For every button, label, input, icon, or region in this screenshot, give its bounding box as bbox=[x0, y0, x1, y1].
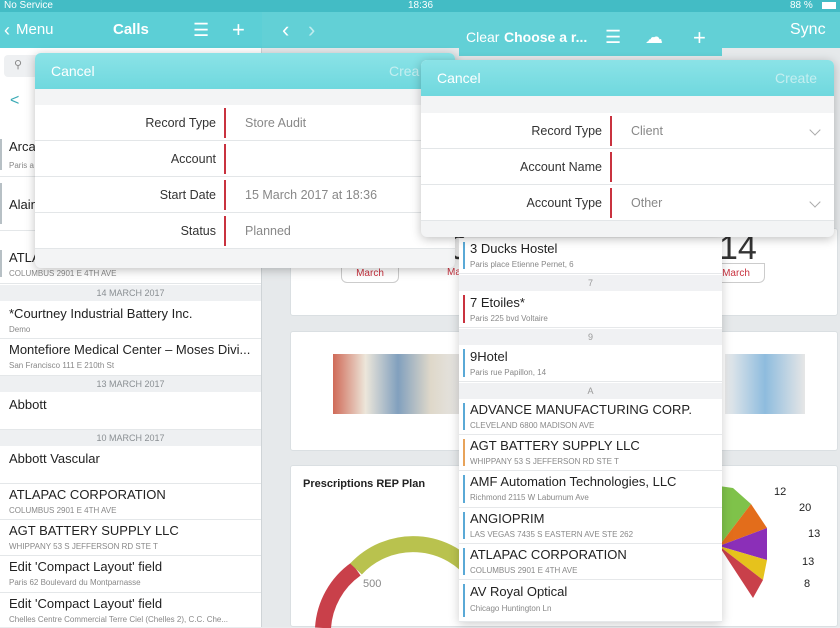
chevron-down-icon[interactable] bbox=[809, 196, 821, 208]
pie-label: 8 bbox=[804, 578, 811, 590]
battery-percent: 88 % bbox=[790, 0, 813, 11]
cancel-button[interactable]: Cancel bbox=[437, 60, 481, 96]
form-row-account-type[interactable]: Account Type Other bbox=[421, 185, 834, 221]
gauge-chart bbox=[315, 536, 481, 628]
section-header: 7 bbox=[459, 275, 722, 291]
list-item[interactable]: *Courtney Industrial Battery Inc. Demo bbox=[0, 301, 261, 339]
document-thumbnails[interactable] bbox=[725, 354, 805, 414]
pie-chart bbox=[719, 486, 767, 598]
record-chooser-header: Clear Choose a r... ☰ ☁ + bbox=[459, 19, 722, 56]
chooser-title: Choose a r... bbox=[504, 29, 588, 45]
form-row-record-type[interactable]: Record Type Client bbox=[421, 113, 834, 149]
required-marker bbox=[224, 108, 226, 138]
search-icon: ⚲ bbox=[14, 59, 23, 71]
required-marker bbox=[610, 116, 612, 146]
list-item[interactable]: 7 Etoiles* Paris 225 bvd Voltaire bbox=[459, 291, 722, 328]
left-header: ‹ Menu Calls ☰ + bbox=[0, 12, 262, 48]
create-button[interactable]: Crea bbox=[389, 53, 419, 89]
form-row-account-name[interactable]: Account Name bbox=[421, 149, 834, 185]
list-item[interactable]: Montefiore Medical Center – Moses Divi..… bbox=[0, 339, 261, 376]
list-item[interactable]: ADVANCE MANUFACTURING CORP. CLEVELAND 68… bbox=[459, 399, 722, 435]
required-marker bbox=[610, 152, 612, 182]
carrier-label: No Service bbox=[4, 0, 53, 11]
page-title: Calls bbox=[113, 21, 149, 38]
status-bar: No Service 18:36 88 % bbox=[0, 0, 840, 12]
battery-icon bbox=[822, 2, 836, 9]
list-item[interactable]: Edit 'Compact Layout' field Paris 62 Bou… bbox=[0, 556, 261, 593]
list-item[interactable]: AGT BATTERY SUPPLY LLC WHIPPANY 53 S JEF… bbox=[459, 435, 722, 471]
section-header: 13 MARCH 2017 bbox=[0, 376, 261, 392]
create-button[interactable]: Create bbox=[775, 60, 817, 96]
list-item[interactable]: ANGIOPRIM LAS VEGAS 7435 S EASTERN AVE S… bbox=[459, 508, 722, 544]
card-title: Prescriptions REP Plan bbox=[303, 478, 426, 490]
list-item[interactable]: AGT BATTERY SUPPLY LLC WHIPPANY 53 S JEF… bbox=[0, 520, 261, 556]
list-item[interactable]: 9Hotel Paris rue Papillon, 14 bbox=[459, 345, 722, 382]
chevron-left-icon[interactable]: < bbox=[10, 92, 19, 110]
list-item[interactable]: ATLAPAC CORPORATION COLUMBUS 2901 E 4TH … bbox=[0, 484, 261, 520]
list-item[interactable]: Abbott Vascular bbox=[0, 446, 261, 484]
form-row-start-date[interactable]: Start Date 15 March 2017 at 18:36 bbox=[35, 177, 455, 213]
pie-label: 12 bbox=[774, 486, 787, 498]
form-row-account[interactable]: Account bbox=[35, 141, 455, 177]
list-item[interactable]: ATLAPAC CORPORATION COLUMBUS 2901 E 4TH … bbox=[459, 544, 722, 580]
list-item[interactable]: AV Royal Optical Chicago Huntington Ln bbox=[459, 580, 722, 622]
list-icon[interactable]: ☰ bbox=[605, 19, 621, 56]
required-marker bbox=[224, 144, 226, 174]
popover-header: Cancel Crea bbox=[35, 53, 455, 89]
list-icon[interactable]: ☰ bbox=[193, 12, 209, 48]
list-item[interactable]: Abbott bbox=[0, 392, 261, 430]
document-thumbnails[interactable] bbox=[333, 354, 463, 414]
add-icon[interactable]: + bbox=[232, 12, 245, 48]
chevron-right-icon[interactable]: › bbox=[308, 12, 315, 48]
required-marker bbox=[224, 216, 226, 246]
add-icon[interactable]: + bbox=[693, 19, 706, 56]
new-account-popover: Cancel Create Record Type Client Account… bbox=[421, 60, 834, 237]
pie-label: 13 bbox=[808, 528, 821, 540]
new-call-popover: Cancel Crea Record Type Store Audit Acco… bbox=[35, 53, 455, 268]
gauge-label: 500 bbox=[363, 578, 382, 590]
list-item[interactable]: 3 Ducks Hostel Paris place Etienne Perne… bbox=[459, 238, 722, 274]
cancel-button[interactable]: Cancel bbox=[51, 53, 95, 89]
list-item[interactable]: AMF Automation Technologies, LLC Richmon… bbox=[459, 471, 722, 508]
required-marker bbox=[224, 180, 226, 210]
popover-header: Cancel Create bbox=[421, 60, 834, 96]
form-row-record-type[interactable]: Record Type Store Audit bbox=[35, 105, 455, 141]
list-item[interactable]: Edit 'Compact Layout' field Chelles Cent… bbox=[0, 593, 261, 627]
cloud-icon[interactable]: ☁ bbox=[645, 19, 663, 56]
pie-label: 20 bbox=[799, 502, 812, 514]
section-header: A bbox=[459, 383, 722, 399]
form-row-status[interactable]: Status Planned bbox=[35, 213, 455, 249]
required-marker bbox=[610, 188, 612, 218]
menu-button[interactable]: Menu bbox=[16, 12, 54, 48]
section-header: 14 MARCH 2017 bbox=[0, 285, 261, 301]
chevron-left-icon[interactable]: ‹ bbox=[4, 12, 10, 48]
sync-button[interactable]: Sync bbox=[790, 12, 826, 48]
account-list: 3 Ducks Hostel Paris place Etienne Perne… bbox=[459, 238, 722, 622]
section-header: 9 bbox=[459, 329, 722, 345]
chevron-left-icon[interactable]: ‹ bbox=[282, 12, 289, 48]
chevron-down-icon[interactable] bbox=[809, 124, 821, 136]
section-header: 10 MARCH 2017 bbox=[0, 430, 261, 446]
pie-label: 13 bbox=[802, 556, 815, 568]
clock: 18:36 bbox=[408, 0, 434, 11]
clear-button[interactable]: Clear bbox=[466, 19, 499, 56]
